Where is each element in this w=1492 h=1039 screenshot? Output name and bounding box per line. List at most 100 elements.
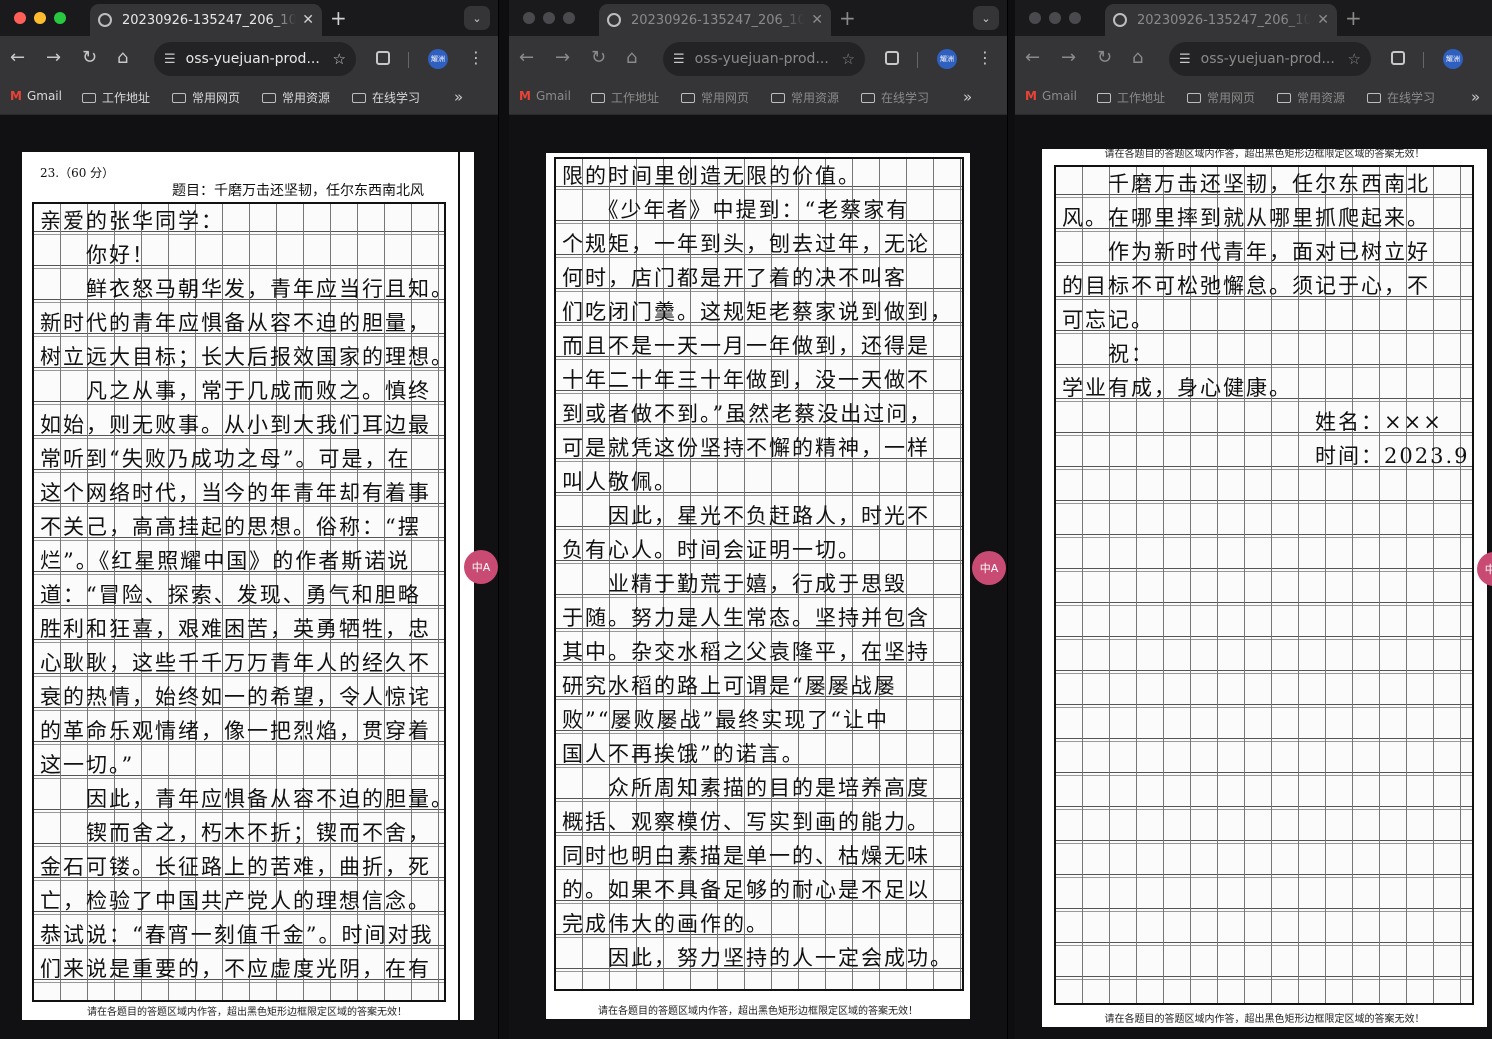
active-tab[interactable]: 20230926-135247_206_104 ✕ bbox=[90, 4, 322, 36]
bookmark-star-icon[interactable]: ☆ bbox=[1348, 50, 1361, 68]
bookmark-folder-learning[interactable]: 在线学习 bbox=[352, 89, 420, 106]
browser-window-2: 20230926-135247_206_104 ✕ + ⌄ ← → ↻ ⌂ ☰ … bbox=[509, 0, 1008, 1039]
bookmark-folder-learning[interactable]: 在线学习 bbox=[861, 89, 929, 106]
site-info-icon[interactable]: ☰ bbox=[673, 52, 685, 67]
minimize-window-button[interactable] bbox=[34, 12, 46, 24]
handwritten-line: 你好！ bbox=[40, 243, 155, 267]
essay-lines: 亲爱的张华同学： 你好！ 鲜衣怒马朝华发，青年应当行且知。 新时代的青年应惧备从容… bbox=[40, 204, 440, 986]
bookmark-folder-common-pages[interactable]: 常用网页 bbox=[172, 89, 240, 106]
question-number: 23.（60 分） bbox=[40, 166, 115, 180]
tab-strip: 20230926-135247_206_104 ✕ + ⌄ bbox=[509, 0, 1007, 36]
reload-icon[interactable]: ↻ bbox=[82, 48, 97, 68]
toolbar: ← → ↻ ⌂ ☰ oss-yuejuan-prod... ☆ 耀洲 bbox=[1015, 36, 1492, 82]
bookmark-label: Gmail bbox=[535, 89, 571, 103]
profile-avatar[interactable]: 耀洲 bbox=[937, 49, 957, 69]
handwritten-line: 风。在哪里摔到就从哪里抓爬起来。 bbox=[1062, 206, 1430, 230]
gmail-icon: M bbox=[10, 89, 22, 103]
tab-search-button[interactable]: ⌄ bbox=[464, 6, 490, 30]
home-icon[interactable]: ⌂ bbox=[626, 48, 637, 68]
bookmark-label: 工作地址 bbox=[1117, 91, 1166, 105]
bookmark-folder-work[interactable]: 工作地址 bbox=[1097, 89, 1165, 106]
address-bar[interactable]: ☰ oss-yuejuan-prod... ☆ bbox=[663, 42, 865, 76]
handwritten-line: 鲜衣怒马朝华发，青年应当行且知。 bbox=[40, 277, 440, 301]
close-window-button[interactable] bbox=[14, 12, 26, 24]
new-tab-button[interactable]: + bbox=[330, 6, 347, 30]
new-tab-button[interactable]: + bbox=[1345, 6, 1362, 30]
site-info-icon[interactable]: ☰ bbox=[1179, 52, 1191, 67]
handwritten-line: 个规矩，一年到头，刨去过年，无论 bbox=[562, 232, 930, 256]
extensions-icon[interactable] bbox=[885, 51, 899, 65]
home-icon[interactable]: ⌂ bbox=[1132, 48, 1143, 68]
extensions-icon[interactable] bbox=[1391, 51, 1405, 65]
translate-icon[interactable]: 中A bbox=[972, 551, 1006, 585]
minimize-window-button[interactable] bbox=[543, 12, 555, 24]
forward-icon[interactable]: → bbox=[555, 48, 570, 68]
top-notice: 请在各题目的答题区域内作答，超出黑色矩形边框限定区域的答案无效！ bbox=[1104, 149, 1425, 160]
handwritten-line: 亲爱的张华同学： bbox=[40, 209, 224, 233]
close-tab-icon[interactable]: ✕ bbox=[811, 12, 823, 28]
bookmark-label: 常用资源 bbox=[791, 91, 840, 105]
menu-icon[interactable]: ⋮ bbox=[468, 48, 484, 67]
profile-avatar[interactable]: 耀洲 bbox=[428, 49, 448, 69]
folder-icon bbox=[1367, 92, 1381, 103]
more-bookmarks-icon[interactable]: » bbox=[963, 88, 972, 106]
bookmark-gmail[interactable]: M Gmail bbox=[10, 89, 62, 103]
reload-icon[interactable]: ↻ bbox=[1097, 48, 1112, 68]
handwritten-line: 叫人敬佩。 bbox=[562, 470, 677, 494]
forward-icon[interactable]: → bbox=[46, 48, 61, 68]
bookmark-folder-common-pages[interactable]: 常用网页 bbox=[681, 89, 749, 106]
footer-notice: 请在各题目的答题区域内作答，超出黑色矩形边框限定区域的答案无效！ bbox=[87, 1007, 407, 1018]
active-tab[interactable]: 20230926-135247_206_104 ✕ bbox=[1105, 4, 1337, 36]
close-window-button[interactable] bbox=[523, 12, 535, 24]
bookmark-folder-resources[interactable]: 常用资源 bbox=[1277, 89, 1345, 106]
forward-icon[interactable]: → bbox=[1061, 48, 1076, 68]
menu-icon[interactable]: ⋮ bbox=[977, 48, 993, 67]
maximize-window-button[interactable] bbox=[563, 12, 575, 24]
bookmark-folder-work[interactable]: 工作地址 bbox=[82, 89, 150, 106]
handwritten-line: 概括、观察模仿、写实到画的能力。 bbox=[562, 810, 930, 834]
bookmark-folder-learning[interactable]: 在线学习 bbox=[1367, 89, 1435, 106]
bookmark-folder-resources[interactable]: 常用资源 bbox=[771, 89, 839, 106]
bookmark-folder-resources[interactable]: 常用资源 bbox=[262, 89, 330, 106]
more-bookmarks-icon[interactable]: » bbox=[1471, 88, 1480, 106]
footer-notice: 请在各题目的答题区域内作答，超出黑色矩形边框限定区域的答案无效！ bbox=[1104, 1014, 1425, 1025]
extensions-icon[interactable] bbox=[376, 51, 390, 65]
minimize-window-button[interactable] bbox=[1049, 12, 1061, 24]
handwritten-line: 的目标不可松弛懈怠。须记于心，不 bbox=[1062, 274, 1430, 298]
bookmark-gmail[interactable]: M Gmail bbox=[1025, 89, 1077, 103]
bookmark-label: 工作地址 bbox=[611, 91, 660, 105]
address-bar[interactable]: ☰ oss-yuejuan-prod... ☆ bbox=[1169, 42, 1371, 76]
handwritten-line: 可是就凭这份坚持不懈的精神，一样 bbox=[562, 436, 930, 460]
close-tab-icon[interactable]: ✕ bbox=[302, 12, 314, 28]
back-icon[interactable]: ← bbox=[10, 48, 25, 68]
active-tab[interactable]: 20230926-135247_206_104 ✕ bbox=[599, 4, 831, 36]
folder-icon bbox=[172, 92, 186, 103]
new-tab-button[interactable]: + bbox=[839, 6, 856, 30]
tab-title: 20230926-135247_206_104 bbox=[631, 12, 806, 28]
folder-icon bbox=[681, 92, 695, 103]
window-controls bbox=[14, 12, 66, 24]
close-tab-icon[interactable]: ✕ bbox=[1317, 12, 1329, 28]
handwritten-line: 恭试说：“春宵一刻值千金”。时间对我 bbox=[40, 923, 434, 947]
site-info-icon[interactable]: ☰ bbox=[164, 52, 176, 67]
address-bar[interactable]: ☰ oss-yuejuan-prod... ☆ bbox=[154, 42, 356, 76]
home-icon[interactable]: ⌂ bbox=[117, 48, 128, 68]
profile-avatar[interactable]: 耀洲 bbox=[1443, 49, 1463, 69]
bookmark-folder-common-pages[interactable]: 常用网页 bbox=[1187, 89, 1255, 106]
bookmark-star-icon[interactable]: ☆ bbox=[842, 50, 855, 68]
back-icon[interactable]: ← bbox=[519, 48, 534, 68]
bookmark-gmail[interactable]: M Gmail bbox=[519, 89, 571, 103]
reload-icon[interactable]: ↻ bbox=[591, 48, 606, 68]
bookmark-star-icon[interactable]: ☆ bbox=[333, 50, 346, 68]
translate-icon[interactable]: 中A bbox=[464, 550, 498, 584]
folder-icon bbox=[262, 92, 276, 103]
bookmark-folder-work[interactable]: 工作地址 bbox=[591, 89, 659, 106]
maximize-window-button[interactable] bbox=[54, 12, 66, 24]
close-window-button[interactable] bbox=[1029, 12, 1041, 24]
answer-sheet-image: 限的时间里创造无限的价值。 《少年者》中提到：“老蔡家有 个规矩，一年到头，刨去过… bbox=[546, 153, 970, 1019]
more-bookmarks-icon[interactable]: » bbox=[454, 88, 463, 106]
back-icon[interactable]: ← bbox=[1025, 48, 1040, 68]
maximize-window-button[interactable] bbox=[1069, 12, 1081, 24]
tab-search-button[interactable]: ⌄ bbox=[973, 6, 999, 30]
handwritten-line: 《少年者》中提到：“老蔡家有 bbox=[562, 198, 910, 222]
